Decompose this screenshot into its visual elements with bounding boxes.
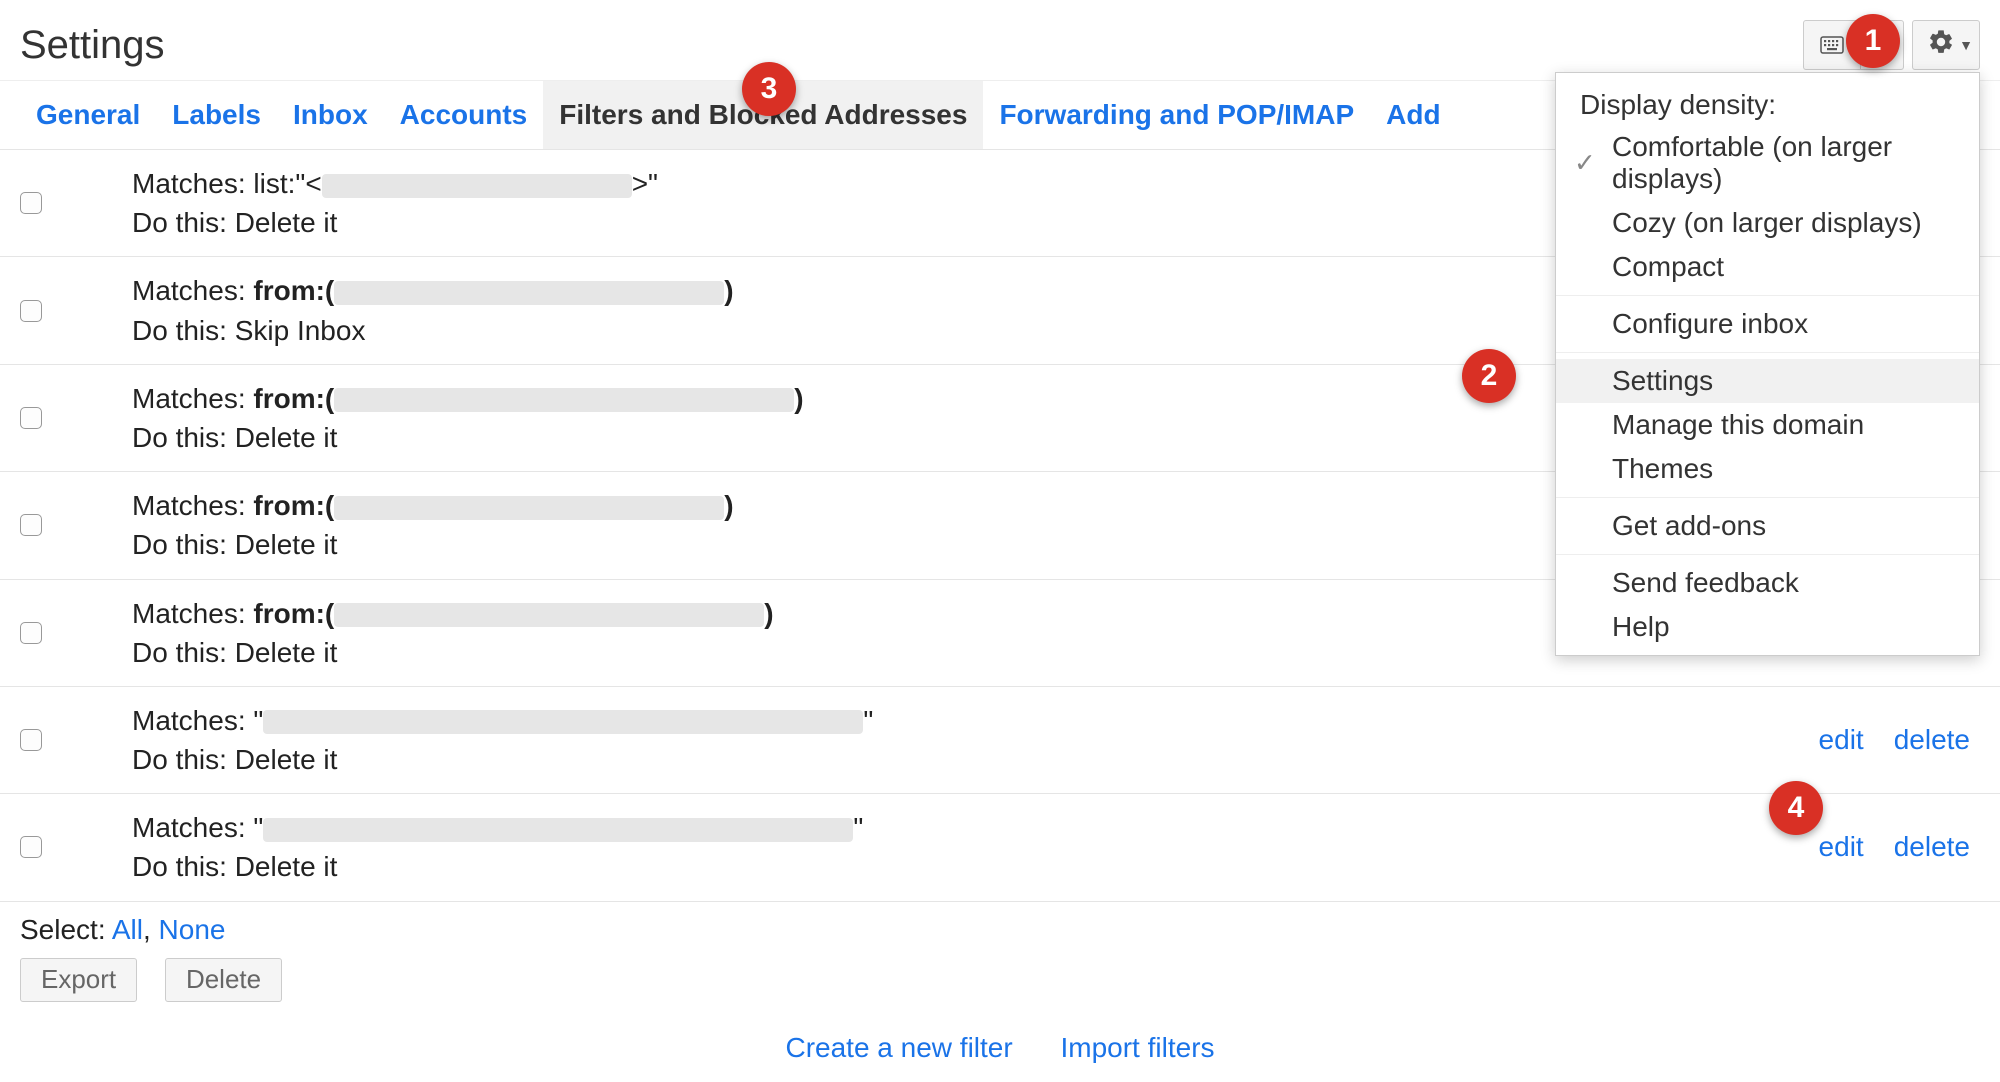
filter-row: Matches: " " Do this: Delete it edit delete: [0, 687, 2000, 794]
match-suffix: ": [853, 812, 863, 843]
annotation-badge-1: 1: [1846, 14, 1900, 68]
menu-manage-domain[interactable]: Manage this domain: [1556, 403, 1979, 447]
filter-text: Matches: " " Do this: Delete it: [132, 701, 1819, 779]
density-title: Display density:: [1556, 79, 1979, 125]
filter-checkbox[interactable]: [20, 407, 42, 429]
select-none-link[interactable]: None: [159, 914, 226, 945]
tab-general[interactable]: General: [20, 81, 156, 149]
filter-action: Skip Inbox: [235, 315, 366, 346]
export-button[interactable]: Export: [20, 958, 137, 1002]
menu-configure-inbox[interactable]: Configure inbox: [1556, 302, 1979, 346]
match-suffix: ): [724, 490, 733, 521]
filter-checkbox[interactable]: [20, 514, 42, 536]
filter-edit-link[interactable]: edit: [1819, 831, 1864, 863]
menu-send-feedback[interactable]: Send feedback: [1556, 561, 1979, 605]
filter-delete-link[interactable]: delete: [1894, 724, 1970, 756]
chevron-down-icon: ▼: [1959, 37, 1973, 53]
dothis-label: Do this:: [132, 851, 235, 882]
match-suffix: ): [724, 275, 733, 306]
filter-checkbox[interactable]: [20, 300, 42, 322]
redacted-content: [334, 281, 724, 305]
density-option-label: Cozy (on larger displays): [1612, 207, 1922, 238]
dothis-label: Do this:: [132, 637, 235, 668]
filter-action: Delete it: [235, 422, 338, 453]
match-suffix: ): [794, 383, 803, 414]
density-option[interactable]: Cozy (on larger displays): [1556, 201, 1979, 245]
redacted-content: [322, 174, 632, 198]
matches-label: Matches:: [132, 705, 253, 736]
tab-forwarding-and-pop-imap[interactable]: Forwarding and POP/IMAP: [983, 81, 1370, 149]
tab-add[interactable]: Add: [1370, 81, 1456, 149]
matches-label: Matches:: [132, 168, 253, 199]
menu-settings[interactable]: Settings: [1556, 359, 1979, 403]
filter-row: Matches: " " Do this: Delete it edit delete: [0, 794, 2000, 901]
settings-dropdown: Display density: ✓ Comfortable (on larger…: [1555, 72, 1980, 656]
filter-action: Delete it: [235, 744, 338, 775]
filter-text: Matches: " " Do this: Delete it: [132, 808, 1819, 886]
menu-get-addons[interactable]: Get add-ons: [1556, 504, 1979, 548]
match-prefix: ": [253, 705, 263, 736]
filter-checkbox[interactable]: [20, 192, 42, 214]
gear-icon: [1927, 28, 1955, 63]
matches-label: Matches:: [132, 490, 253, 521]
density-option-label: Comfortable (on larger displays): [1612, 131, 1892, 194]
menu-help[interactable]: Help: [1556, 605, 1979, 649]
redacted-content: [334, 496, 724, 520]
dothis-label: Do this:: [132, 529, 235, 560]
redacted-content: [263, 710, 863, 734]
filter-delete-link[interactable]: delete: [1894, 831, 1970, 863]
annotation-badge-2: 2: [1462, 349, 1516, 403]
match-prefix: from:(: [253, 383, 334, 414]
import-filters-link[interactable]: Import filters: [1060, 1032, 1214, 1063]
delete-button[interactable]: Delete: [165, 958, 282, 1002]
matches-label: Matches:: [132, 275, 253, 306]
density-option-label: Compact: [1612, 251, 1724, 282]
matches-label: Matches:: [132, 812, 253, 843]
annotation-badge-3: 3: [742, 62, 796, 116]
tab-accounts[interactable]: Accounts: [384, 81, 544, 149]
match-prefix: list:"<: [253, 168, 321, 199]
page-title: Settings: [20, 23, 165, 68]
filter-checkbox[interactable]: [20, 729, 42, 751]
dothis-label: Do this:: [132, 315, 235, 346]
density-option[interactable]: Compact: [1556, 245, 1979, 289]
filter-action: Delete it: [235, 637, 338, 668]
select-label: Select:: [20, 914, 106, 945]
matches-label: Matches:: [132, 383, 253, 414]
filter-checkbox[interactable]: [20, 836, 42, 858]
filter-checkbox[interactable]: [20, 622, 42, 644]
filter-action: Delete it: [235, 207, 338, 238]
dothis-label: Do this:: [132, 422, 235, 453]
match-suffix: >": [632, 168, 658, 199]
filter-action: Delete it: [235, 529, 338, 560]
tab-inbox[interactable]: Inbox: [277, 81, 384, 149]
match-prefix: ": [253, 812, 263, 843]
select-all-link[interactable]: All: [112, 914, 143, 945]
tab-labels[interactable]: Labels: [156, 81, 277, 149]
match-prefix: from:(: [253, 275, 334, 306]
match-prefix: from:(: [253, 598, 334, 629]
filter-edit-link[interactable]: edit: [1819, 724, 1864, 756]
settings-gear-button[interactable]: ▼: [1912, 20, 1980, 70]
redacted-content: [334, 603, 764, 627]
match-suffix: ": [863, 705, 873, 736]
dothis-label: Do this:: [132, 207, 235, 238]
density-option[interactable]: ✓ Comfortable (on larger displays): [1556, 125, 1979, 201]
check-icon: ✓: [1574, 148, 1596, 179]
annotation-badge-4: 4: [1769, 781, 1823, 835]
filter-action: Delete it: [235, 851, 338, 882]
dothis-label: Do this:: [132, 744, 235, 775]
match-suffix: ): [764, 598, 773, 629]
redacted-content: [263, 818, 853, 842]
redacted-content: [334, 388, 794, 412]
match-prefix: from:(: [253, 490, 334, 521]
select-row: Select: All, None: [0, 902, 2000, 946]
menu-themes[interactable]: Themes: [1556, 447, 1979, 491]
create-filter-link[interactable]: Create a new filter: [785, 1032, 1012, 1063]
matches-label: Matches:: [132, 598, 253, 629]
